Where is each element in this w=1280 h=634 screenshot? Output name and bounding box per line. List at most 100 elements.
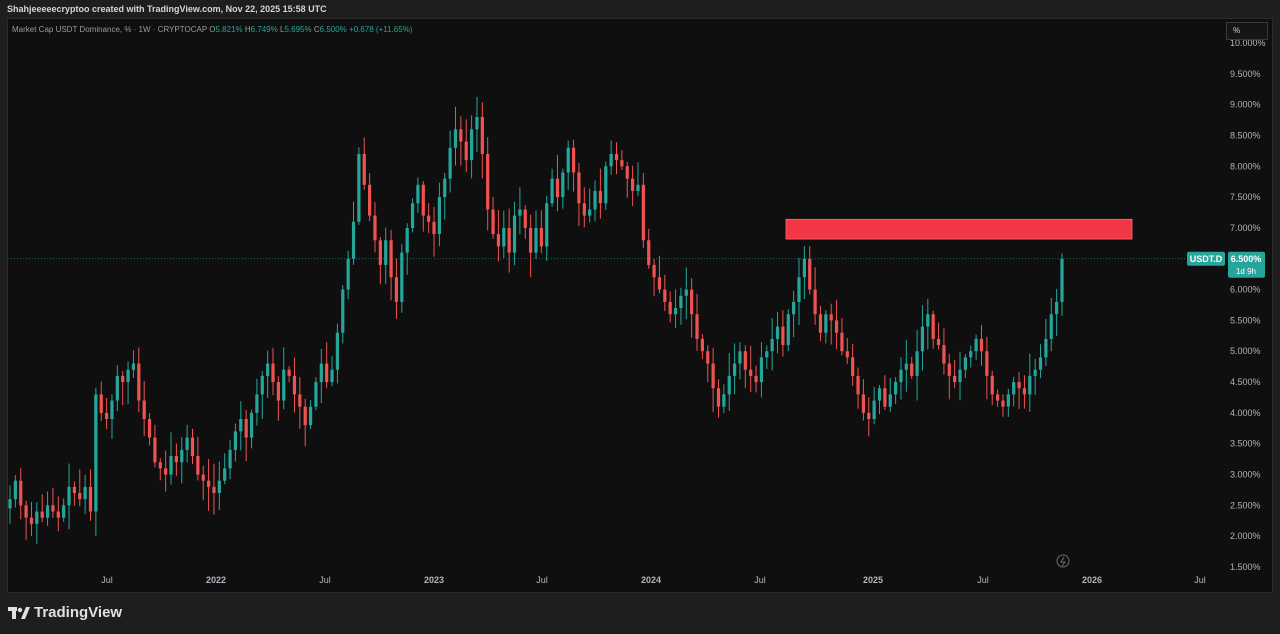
candle-body[interactable] <box>979 338 984 352</box>
candle-body[interactable] <box>507 227 511 253</box>
candle-body[interactable] <box>351 221 356 259</box>
candle-body[interactable] <box>588 209 592 216</box>
candle-body[interactable] <box>1038 357 1043 370</box>
candle-body[interactable] <box>797 277 801 302</box>
candle-body[interactable] <box>545 203 549 247</box>
candle-body[interactable] <box>673 308 678 315</box>
candle-body[interactable] <box>775 326 780 339</box>
candle-body[interactable] <box>1033 369 1037 376</box>
candle-body[interactable] <box>319 363 323 383</box>
candle-body[interactable] <box>1022 388 1027 395</box>
candle-body[interactable] <box>346 258 350 290</box>
candle-body[interactable] <box>276 382 280 401</box>
candle-body[interactable] <box>690 289 694 315</box>
candle-body[interactable] <box>529 227 533 253</box>
candle-body[interactable] <box>561 172 565 198</box>
candle-body[interactable] <box>244 419 248 438</box>
candle-body[interactable] <box>754 375 758 383</box>
candle-body[interactable] <box>325 363 329 383</box>
candle-body[interactable] <box>480 116 484 154</box>
candle-body[interactable] <box>931 314 935 339</box>
candle-body[interactable] <box>196 456 200 475</box>
candle-body[interactable] <box>571 147 576 173</box>
candlestick-chart[interactable]: 10.000%9.500%9.000%8.500%8.000%7.500%7.0… <box>0 0 1280 634</box>
candle-body[interactable] <box>995 394 1000 401</box>
candle-body[interactable] <box>180 449 184 463</box>
candle-body[interactable] <box>83 486 87 500</box>
candle-body[interactable] <box>153 437 157 463</box>
candle-body[interactable] <box>131 363 136 370</box>
candle-body[interactable] <box>88 486 93 512</box>
candle-body[interactable] <box>1006 394 1010 407</box>
candle-body[interactable] <box>604 166 608 204</box>
candle-body[interactable] <box>314 382 318 407</box>
candle-body[interactable] <box>378 240 382 265</box>
candle-body[interactable] <box>974 338 978 352</box>
candle-body[interactable] <box>953 375 957 383</box>
candle-body[interactable] <box>303 406 307 426</box>
candle-body[interactable] <box>631 178 635 191</box>
candle-body[interactable] <box>818 314 823 333</box>
candle-body[interactable] <box>636 184 640 191</box>
scale-toggle-button[interactable]: % <box>1226 22 1268 40</box>
candle-body[interactable] <box>851 357 855 376</box>
candle-body[interactable] <box>233 431 238 450</box>
candle-body[interactable] <box>115 375 119 401</box>
candle-body[interactable] <box>287 369 291 376</box>
candle-body[interactable] <box>695 314 699 339</box>
candle-body[interactable] <box>641 184 645 241</box>
candle-body[interactable] <box>190 437 195 457</box>
candle-body[interactable] <box>40 511 44 518</box>
candle-body[interactable] <box>732 363 737 376</box>
candle-body[interactable] <box>770 338 774 352</box>
candle-body[interactable] <box>813 289 817 315</box>
candle-body[interactable] <box>35 511 39 524</box>
candle-body[interactable] <box>663 289 667 302</box>
candle-body[interactable] <box>437 197 441 235</box>
candle-body[interactable] <box>1001 400 1005 407</box>
candle-body[interactable] <box>405 227 409 253</box>
candle-body[interactable] <box>486 153 490 210</box>
candle-body[interactable] <box>448 147 452 179</box>
candle-body[interactable] <box>174 456 178 463</box>
candle-body[interactable] <box>282 369 286 401</box>
candle-body[interactable] <box>67 486 71 506</box>
candle-body[interactable] <box>72 486 77 494</box>
candle-body[interactable] <box>308 406 313 426</box>
candle-body[interactable] <box>432 221 436 235</box>
candle-body[interactable] <box>700 338 704 352</box>
candle-body[interactable] <box>593 190 597 210</box>
candle-body[interactable] <box>56 511 60 518</box>
candle-body[interactable] <box>427 215 431 222</box>
candle-body[interactable] <box>362 153 366 185</box>
candle-body[interactable] <box>206 480 211 487</box>
candle-body[interactable] <box>867 412 871 420</box>
candle-body[interactable] <box>78 493 82 500</box>
candle-body[interactable] <box>910 363 914 376</box>
candle-body[interactable] <box>158 462 162 469</box>
candle-body[interactable] <box>400 252 404 302</box>
candle-body[interactable] <box>164 468 168 475</box>
candle-body[interactable] <box>389 240 393 278</box>
candle-body[interactable] <box>105 412 109 420</box>
candle-body[interactable] <box>566 147 570 173</box>
candle-body[interactable] <box>1060 258 1064 302</box>
candle-body[interactable] <box>829 314 833 321</box>
candle-body[interactable] <box>13 480 17 500</box>
candle-body[interactable] <box>824 314 828 333</box>
candle-body[interactable] <box>920 326 925 352</box>
candle-body[interactable] <box>652 264 656 278</box>
candle-body[interactable] <box>126 369 130 383</box>
candle-body[interactable] <box>45 505 50 518</box>
candle-body[interactable] <box>491 209 495 235</box>
candle-body[interactable] <box>169 456 173 475</box>
candle-body[interactable] <box>577 172 581 204</box>
candle-body[interactable] <box>341 289 345 333</box>
candle-body[interactable] <box>298 394 302 407</box>
candle-body[interactable] <box>147 419 152 438</box>
candle-body[interactable] <box>609 153 613 167</box>
candle-body[interactable] <box>469 129 474 161</box>
candle-body[interactable] <box>51 505 55 512</box>
candle-body[interactable] <box>416 184 420 204</box>
candle-body[interactable] <box>142 400 146 420</box>
